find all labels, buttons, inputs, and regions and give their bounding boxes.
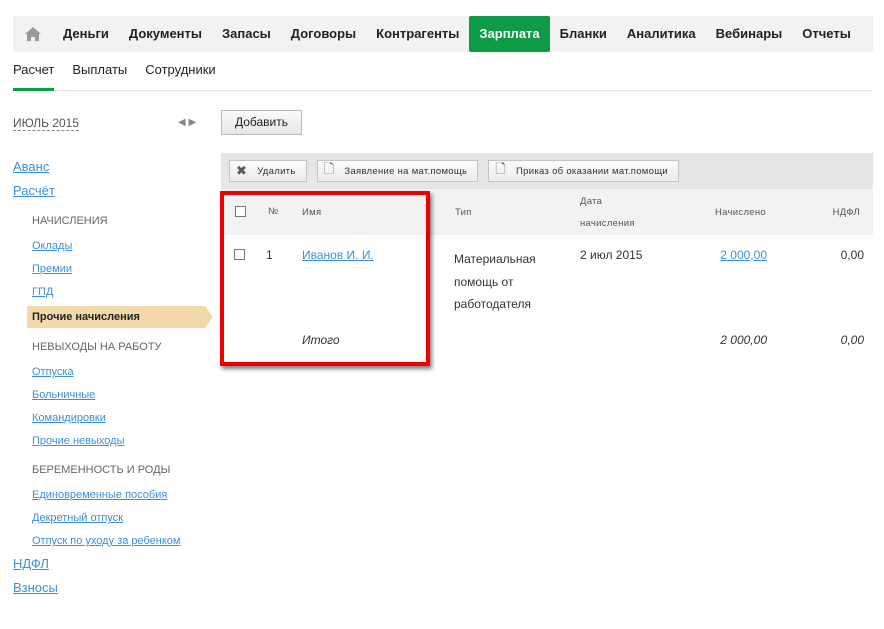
type-line: Материальная — [454, 252, 536, 266]
document-icon: 🗋 — [495, 161, 507, 176]
nav-zarplata[interactable]: Зарплата — [469, 16, 550, 52]
row-ndfl: 0,00 — [840, 248, 864, 262]
sidebar-dekret[interactable]: Декретный отпуск — [13, 509, 213, 532]
nav-zapasy[interactable]: Запасы — [212, 16, 281, 52]
sidebar-vznosy[interactable]: Взносы — [13, 579, 213, 603]
type-line: работодателя — [454, 297, 531, 311]
header-ndfl[interactable]: НДФЛ — [833, 207, 860, 218]
nav-vebinary[interactable]: Вебинары — [706, 16, 793, 52]
highlight-annotation — [220, 191, 430, 366]
prikaz-button[interactable]: 🗋 Приказ об оказании мат.помощи — [488, 160, 679, 182]
home-icon — [25, 27, 41, 41]
sidebar-prochie-active[interactable]: Прочие начисления — [27, 306, 213, 328]
row-date: 2 июл 2015 — [580, 248, 643, 262]
main-nav: Деньги Документы Запасы Договоры Контраг… — [13, 16, 873, 52]
sidebar-bolnichnye[interactable]: Больничные — [13, 386, 213, 409]
prikaz-label: Приказ об оказании мат.помощи — [516, 165, 668, 177]
home-button[interactable] — [13, 16, 53, 52]
nav-dogovory[interactable]: Договоры — [281, 16, 366, 52]
sidebar-uhod[interactable]: Отпуск по уходу за ребенком — [13, 532, 213, 555]
sidebar-gpd[interactable]: ГПД — [13, 283, 213, 306]
tab-raschet[interactable]: Расчет — [13, 58, 55, 91]
header-type[interactable]: Тип — [455, 207, 472, 218]
total-ndfl: 0,00 — [840, 333, 864, 347]
header-accrued[interactable]: Начислено — [715, 207, 766, 218]
sidebar-premii[interactable]: Премии — [13, 260, 213, 283]
sub-nav: Расчет Выплаты Сотрудники — [13, 58, 873, 91]
sidebar-ndfl[interactable]: НДФЛ — [13, 555, 213, 579]
section-beremennost: БЕРЕМЕННОСТЬ И РОДЫ — [32, 464, 171, 476]
document-icon: 🗋 — [323, 161, 335, 176]
period-arrows: ◀ ▶ — [178, 117, 196, 128]
nav-dengi[interactable]: Деньги — [53, 16, 119, 52]
zayavlenie-button[interactable]: 🗋 Заявление на мат.помощь — [316, 160, 479, 182]
nav-blanki[interactable]: Бланки — [550, 16, 617, 52]
sidebar-oklady[interactable]: Оклады — [13, 237, 213, 260]
delete-label: Удалить — [257, 165, 296, 177]
table-toolbar: ✖ Удалить 🗋 Заявление на мат.помощь 🗋 Прика… — [221, 153, 873, 189]
nav-otchety[interactable]: Отчеты — [792, 16, 861, 52]
row-type: Материальная помощь от работодателя — [454, 248, 536, 316]
next-arrow-icon[interactable]: ▶ — [188, 117, 196, 128]
section-nevyhody: НЕВЫХОДЫ НА РАБОТУ — [32, 341, 162, 353]
add-button[interactable]: Добавить — [221, 110, 302, 135]
header-date-2: начисления — [580, 218, 635, 229]
nav-analitika[interactable]: Аналитика — [617, 16, 706, 52]
accrued-link[interactable]: 2 000,00 — [720, 248, 767, 262]
close-icon: ✖ — [236, 163, 248, 178]
type-line: помощь от — [454, 274, 514, 289]
sidebar-edinovr[interactable]: Единовременные пособия — [13, 486, 213, 509]
sidebar-prochie-nevyhody[interactable]: Прочие невыходы — [13, 432, 213, 455]
total-accrued: 2 000,00 — [720, 333, 767, 347]
sidebar-otpuska[interactable]: Отпуска — [13, 363, 213, 386]
nav-kontragenty[interactable]: Контрагенты — [366, 16, 469, 52]
nav-dokumenty[interactable]: Документы — [119, 16, 212, 52]
sidebar: Аванс Расчёт НАЧИСЛЕНИЯ Оклады Премии ГП… — [13, 158, 213, 603]
tab-sotrudniki[interactable]: Сотрудники — [145, 58, 215, 91]
section-nachisleniya: НАЧИСЛЕНИЯ — [32, 215, 108, 227]
header-date[interactable]: Дата — [580, 196, 602, 207]
sidebar-avans[interactable]: Аванс — [13, 158, 213, 182]
tab-vyplaty[interactable]: Выплаты — [72, 58, 127, 91]
zayavlenie-label: Заявление на мат.помощь — [344, 165, 468, 177]
delete-button[interactable]: ✖ Удалить — [229, 160, 307, 182]
prev-arrow-icon[interactable]: ◀ — [178, 117, 186, 128]
period-selector[interactable]: ИЮЛЬ 2015 — [13, 116, 79, 131]
sidebar-raschet[interactable]: Расчёт — [13, 182, 213, 206]
sidebar-komandirovki[interactable]: Командировки — [13, 409, 213, 432]
